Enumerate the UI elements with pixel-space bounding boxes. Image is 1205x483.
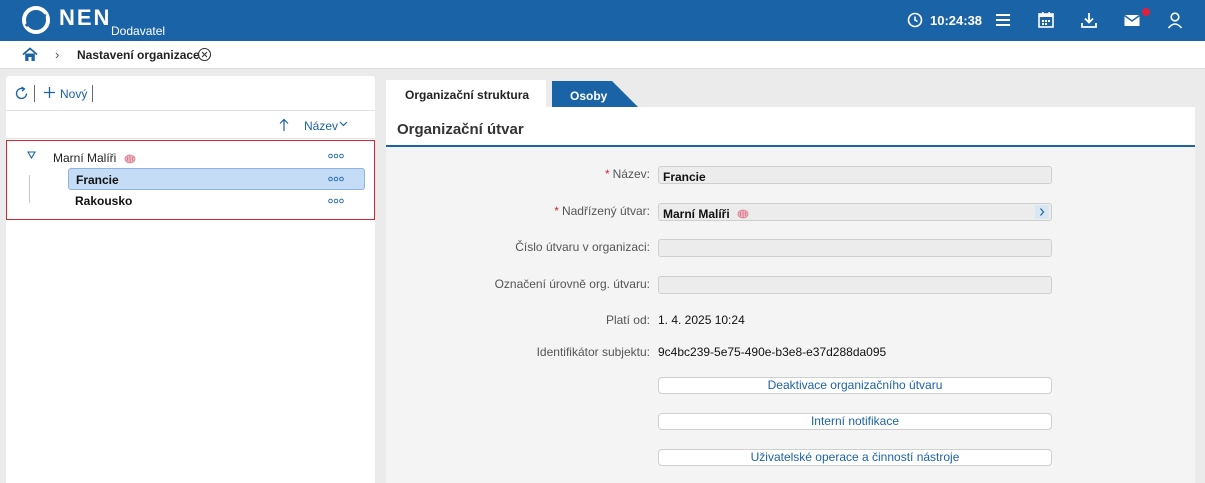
download-icon[interactable] — [1080, 11, 1098, 29]
menu-icon[interactable] — [994, 11, 1012, 29]
calendar-icon[interactable] — [1037, 11, 1055, 29]
org-tree: Marní Malíři Francie Rakousko — [6, 140, 375, 220]
sort-by-name[interactable]: Název — [304, 119, 338, 133]
unit-number-field[interactable] — [658, 239, 1052, 257]
brand-name: NEN — [59, 5, 112, 30]
more-options-icon[interactable] — [328, 198, 344, 204]
toolbar-divider — [92, 85, 93, 102]
detail-panel: Organizační útvar * Název: Francie * Nadří… — [386, 107, 1195, 483]
clock-time: 10:24:38 — [930, 13, 983, 28]
nen-logo-icon[interactable] — [22, 6, 50, 34]
tree-item-francie[interactable]: Francie — [68, 168, 365, 190]
parent-unit-field[interactable]: Marní Malíři — [658, 203, 1052, 221]
brain-icon — [124, 154, 136, 164]
new-button[interactable]: Nový — [60, 87, 87, 101]
unit-number-label: Číslo útvaru v organizaci: — [515, 240, 650, 254]
mail-notification-badge — [1142, 8, 1150, 16]
tree-item-rakousko[interactable]: Rakousko — [68, 190, 365, 212]
more-options-icon[interactable] — [328, 176, 344, 182]
sort-ascending-icon[interactable] — [278, 118, 290, 132]
top-bar: NEN Dodavatel 10:24:38 — [0, 0, 1205, 41]
user-operations-button[interactable]: Uživatelské operace a činností nástroje — [658, 449, 1052, 466]
breadcrumb: › Nastavení organizace — [0, 41, 1205, 69]
org-tree-panel: Nový Název Marní Malíři Francie Rakousko — [6, 76, 375, 483]
parent-unit-label: * Nadřízený útvar: — [554, 204, 650, 218]
valid-from-label: Platí od: — [605, 313, 650, 327]
name-field[interactable]: Francie — [658, 166, 1052, 184]
chevron-down-icon[interactable] — [339, 121, 348, 127]
tree-item-label: Marní Malíři — [53, 151, 117, 165]
section-title: Organizační útvar — [397, 121, 524, 138]
toolbar-divider — [34, 85, 35, 102]
refresh-icon[interactable] — [14, 86, 29, 101]
tab-label: Organizační struktura — [405, 88, 530, 102]
home-icon[interactable] — [22, 47, 38, 62]
tab-label: Osoby — [570, 89, 608, 103]
org-unit-form: * Název: Francie * Nadřízený útvar: Marní … — [386, 147, 1195, 483]
tree-toolbar: Nový — [6, 76, 375, 111]
tree-item-label: Rakousko — [75, 194, 133, 208]
tree-collapse-icon[interactable] — [27, 151, 36, 159]
clock-icon — [907, 12, 923, 28]
internal-notifications-button[interactable]: Interní notifikace — [658, 413, 1052, 430]
tree-connector-line — [29, 175, 30, 203]
chevron-right-icon — [1040, 208, 1045, 216]
close-tab-icon[interactable] — [197, 47, 212, 62]
tab-org-structure[interactable]: Organizační struktura — [386, 80, 546, 107]
user-icon[interactable] — [1166, 11, 1184, 29]
mail-icon[interactable] — [1123, 11, 1141, 29]
brand-role: Dodavatel — [111, 24, 166, 38]
tree-item-root[interactable]: Marní Malíři — [53, 151, 136, 165]
plus-icon[interactable] — [43, 86, 56, 99]
unit-level-field[interactable] — [658, 276, 1052, 294]
deactivate-unit-button[interactable]: Deaktivace organizačního útvaru — [658, 377, 1052, 394]
subject-id-label: Identifikátor subjektu: — [536, 345, 650, 359]
unit-level-label: Označení úrovně org. útvaru: — [494, 277, 650, 291]
brain-icon — [737, 209, 749, 219]
breadcrumb-current-page[interactable]: Nastavení organizace — [77, 48, 200, 62]
subject-id-value: 9c4bc239-5e75-490e-b3e8-e37d288da095 — [658, 345, 887, 359]
required-marker: * — [554, 204, 559, 218]
chevron-right-icon: › — [55, 47, 60, 62]
name-label: * Název: — [604, 167, 650, 181]
sort-header: Název — [6, 111, 375, 139]
tab-persons[interactable]: Osoby — [552, 81, 638, 107]
tree-item-label: Francie — [76, 173, 119, 187]
lookup-button[interactable] — [1035, 205, 1049, 219]
valid-from-value: 1. 4. 2025 10:24 — [658, 313, 745, 327]
required-marker: * — [604, 167, 610, 181]
more-options-icon[interactable] — [328, 153, 344, 159]
